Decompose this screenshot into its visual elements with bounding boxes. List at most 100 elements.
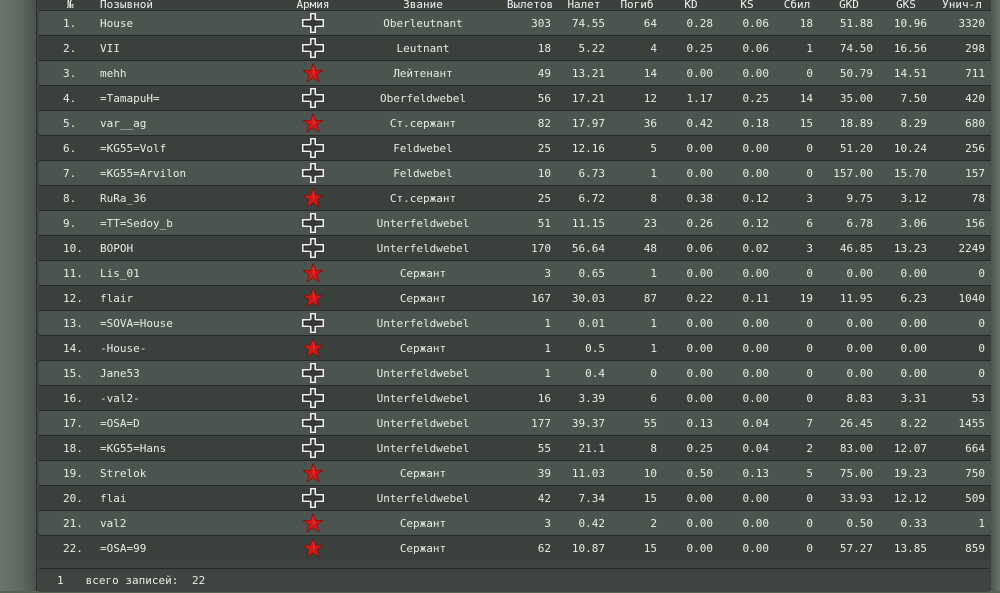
col-header-army[interactable]: Армия: [283, 0, 343, 11]
row-deaths: 5: [611, 135, 663, 161]
col-header-kills[interactable]: Сбил: [775, 0, 819, 11]
row-callsign[interactable]: =OSA=D: [97, 410, 283, 436]
total-records-count: 22: [191, 574, 206, 587]
row-gks: 0.00: [879, 310, 933, 336]
balkenkreuz-icon: [302, 413, 324, 433]
row-kills: 7: [775, 410, 819, 436]
row-destroyed: 1: [933, 510, 991, 536]
row-callsign[interactable]: Lis_01: [97, 260, 283, 286]
row-army: [283, 60, 343, 86]
row-army: [283, 285, 343, 311]
row-gks: 8.22: [879, 410, 933, 436]
row-ks: 0.06: [719, 35, 775, 61]
table-row[interactable]: 3. mehh Лейтенант 49 13.21 14 0.00 0.00 0 50.79 14…: [39, 60, 991, 86]
row-callsign[interactable]: -House-: [97, 335, 283, 361]
row-callsign[interactable]: =KG55=Hans: [97, 435, 283, 461]
col-header-destroyed[interactable]: Унич-л: [933, 0, 991, 11]
col-header-ks[interactable]: KS: [719, 0, 775, 11]
row-callsign[interactable]: =KG55=Volf: [97, 135, 283, 161]
row-kd: 0.42: [663, 110, 719, 136]
row-callsign[interactable]: var__ag: [97, 110, 283, 136]
row-callsign[interactable]: =SOVA=House: [97, 310, 283, 336]
row-sorties: 303: [503, 10, 557, 36]
row-kd: 0.00: [663, 260, 719, 286]
table-row[interactable]: 19. Strelok Сержант 39 11.03 10 0.50 0.13 5 75.00…: [39, 460, 991, 486]
row-callsign[interactable]: BOPOH: [97, 235, 283, 261]
row-ks: 0.11: [719, 285, 775, 311]
row-deaths: 55: [611, 410, 663, 436]
row-callsign[interactable]: val2: [97, 510, 283, 536]
row-kd: 0.25: [663, 35, 719, 61]
row-sorties: 18: [503, 35, 557, 61]
row-callsign[interactable]: flair: [97, 285, 283, 311]
table-row[interactable]: 7. =KG55=Arvilon Feldwebel 10 6.73 1 0.00 0.00 0…: [39, 160, 991, 186]
table-row[interactable]: 20. flai Unterfeldwebel 42 7.34 15 0.00 0.00 0 33…: [39, 485, 991, 511]
table-row[interactable]: 11. Lis_01 Сержант 3 0.65 1 0.00 0.00 0 0.00 0.00 0: [39, 260, 991, 286]
row-gks: 13.85: [879, 535, 933, 560]
row-deaths: 64: [611, 10, 663, 36]
col-header-gkd[interactable]: GKD: [819, 0, 879, 11]
red-star-icon: [302, 263, 324, 283]
row-destroyed: 859: [933, 535, 991, 560]
row-callsign[interactable]: mehh: [97, 60, 283, 86]
row-sorties: 16: [503, 385, 557, 411]
col-header-callsign[interactable]: Позывной: [97, 0, 283, 11]
row-gkd: 50.79: [819, 60, 879, 86]
row-destroyed: 750: [933, 460, 991, 486]
col-header-kd[interactable]: KD: [663, 0, 719, 11]
table-row[interactable]: 17. =OSA=D Unterfeldwebel 177 39.37 55 0.13 0.0…: [39, 410, 991, 436]
row-callsign[interactable]: -val2-: [97, 385, 283, 411]
col-header-sorties[interactable]: Вылетов: [503, 0, 557, 11]
table-row[interactable]: 14. -House- Сержант 1 0.5 1 0.00 0.00 0 0.00 0.00 0: [39, 335, 991, 361]
row-callsign[interactable]: flai: [97, 485, 283, 511]
table-row[interactable]: 1. House Oberleutnant 303 74.55 64 0.28 0.06 18 5…: [39, 10, 991, 36]
row-callsign[interactable]: VII: [97, 35, 283, 61]
row-callsign[interactable]: House: [97, 10, 283, 36]
table-row[interactable]: 18. =KG55=Hans Unterfeldwebel 55 21.1 8 0.25 0.…: [39, 435, 991, 461]
row-kd: 0.00: [663, 60, 719, 86]
table-row[interactable]: 13. =SOVA=House Unterfeldwebel 1 0.01 1 0.00 0.…: [39, 310, 991, 336]
row-callsign[interactable]: RuRa_36: [97, 185, 283, 211]
row-kd: 0.00: [663, 135, 719, 161]
table-row[interactable]: 9. =TT=Sedoy_b Unterfeldwebel 51 11.15 23 0.26…: [39, 210, 991, 236]
table-row[interactable]: 2. VII Leutnant 18 5.22 4 0.25 0.06 1 74.50 16.56 2…: [39, 35, 991, 61]
row-deaths: 2: [611, 510, 663, 536]
row-destroyed: 78: [933, 185, 991, 211]
page-number[interactable]: 1: [39, 569, 79, 593]
row-kills: 2: [775, 435, 819, 461]
table-row[interactable]: 12. flair Сержант 167 30.03 87 0.22 0.11 19 11.95…: [39, 285, 991, 311]
col-header-deaths[interactable]: Погиб: [611, 0, 663, 11]
row-kills: 0: [775, 160, 819, 186]
row-rank: Unterfeldwebel: [343, 360, 503, 386]
table-row[interactable]: 22. =OSA=99 Сержант 62 10.87 15 0.00 0.00 0 57.27…: [39, 535, 991, 560]
row-destroyed: 0: [933, 335, 991, 361]
row-rank: Unterfeldwebel: [343, 310, 503, 336]
table-row[interactable]: 16. -val2- Unterfeldwebel 16 3.39 6 0.00 0.00 0 8…: [39, 385, 991, 411]
table-row[interactable]: 10. BOPOH Unterfeldwebel 170 56.64 48 0.06 0.02…: [39, 235, 991, 261]
table-row[interactable]: 4. =TamapuH= Oberfeldwebel 56 17.21 12 1.17 0.2…: [39, 85, 991, 111]
row-hours: 17.21: [557, 85, 611, 111]
row-callsign[interactable]: Strelok: [97, 460, 283, 486]
row-callsign[interactable]: =TT=Sedoy_b: [97, 210, 283, 236]
row-number: 6.: [39, 135, 97, 161]
red-star-icon: [302, 288, 324, 308]
row-sorties: 82: [503, 110, 557, 136]
row-destroyed: 298: [933, 35, 991, 61]
col-header-rank[interactable]: Звание: [343, 0, 503, 11]
row-number: 21.: [39, 510, 97, 536]
row-gkd: 51.20: [819, 135, 879, 161]
col-header-number[interactable]: №: [39, 0, 97, 11]
row-callsign[interactable]: =TamapuH=: [97, 85, 283, 111]
row-callsign[interactable]: =KG55=Arvilon: [97, 160, 283, 186]
row-gks: 3.31: [879, 385, 933, 411]
table-row[interactable]: 15. Jane53 Unterfeldwebel 1 0.4 0 0.00 0.00 0 0.0…: [39, 360, 991, 386]
table-row[interactable]: 21. val2 Сержант 3 0.42 2 0.00 0.00 0 0.50 0.33 1: [39, 510, 991, 536]
table-row[interactable]: 8. RuRa_36 Ст.сержант 25 6.72 8 0.38 0.12 3 9.75 3…: [39, 185, 991, 211]
row-callsign[interactable]: Jane53: [97, 360, 283, 386]
col-header-gks[interactable]: GKS: [879, 0, 933, 11]
table-row[interactable]: 5. var__ag Ст.сержант 82 17.97 36 0.42 0.18 15 18…: [39, 110, 991, 136]
col-header-hours[interactable]: Налет: [557, 0, 611, 11]
table-row[interactable]: 6. =KG55=Volf Feldwebel 25 12.16 5 0.00 0.00 0 51…: [39, 135, 991, 161]
row-gks: 0.33: [879, 510, 933, 536]
row-callsign[interactable]: =OSA=99: [97, 535, 283, 560]
